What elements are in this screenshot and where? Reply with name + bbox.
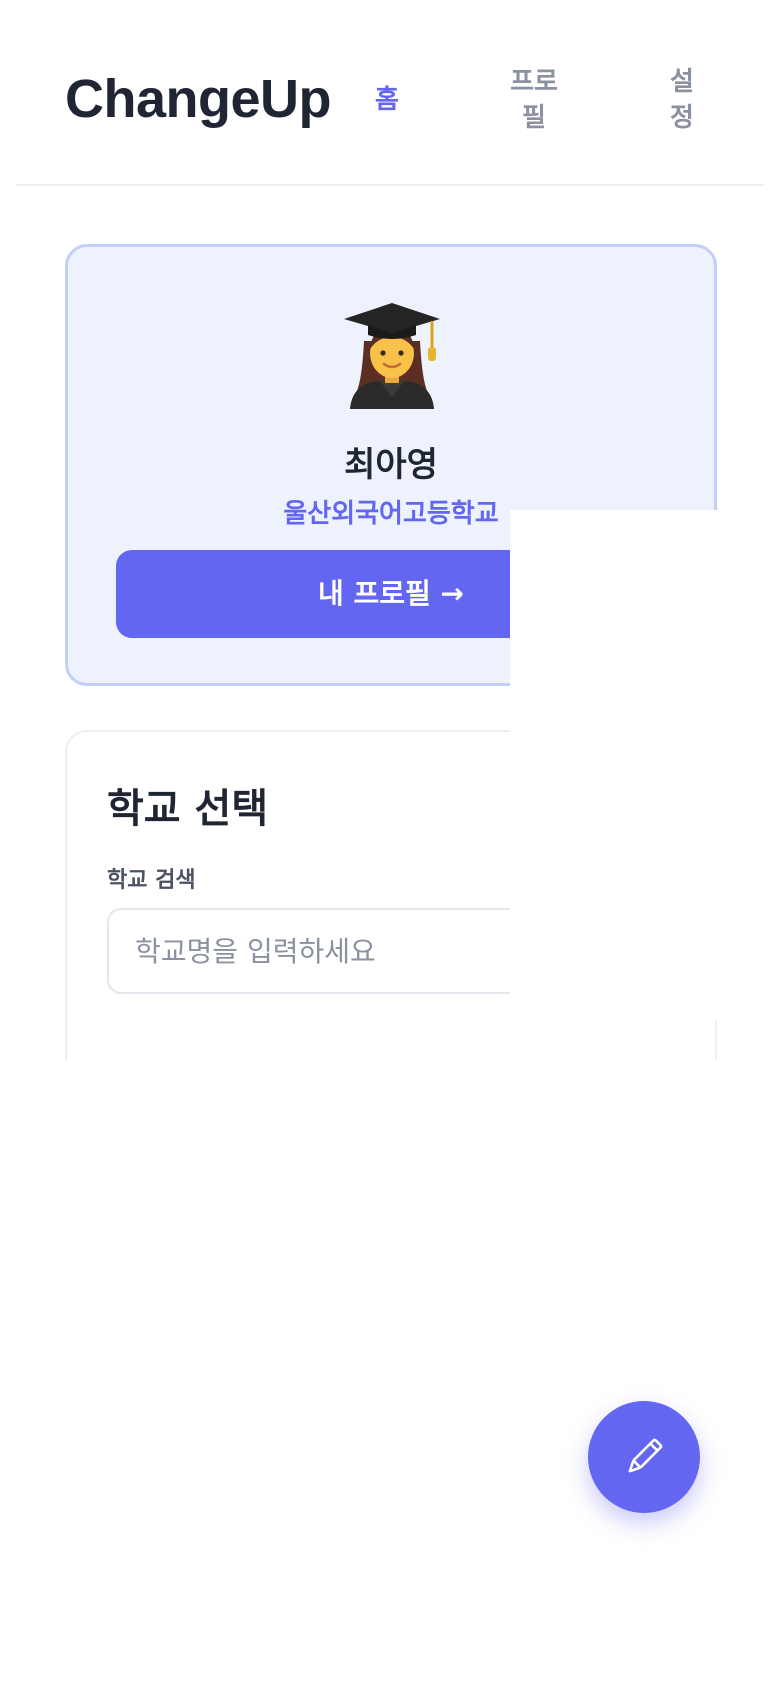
user-name: 최아영 <box>344 445 438 485</box>
nav-home[interactable]: 홈 <box>367 82 407 118</box>
nav-profile[interactable]: 프로필 <box>486 64 582 136</box>
write-fab-button[interactable] <box>588 1401 700 1513</box>
top-header: ChangeUp 홈 프로필 설정 <box>16 0 764 186</box>
school-select-title: 학교 선택 <box>107 786 269 832</box>
pencil-icon <box>628 1438 663 1473</box>
app-page: ChangeUp 홈 프로필 설정 최아영 울산외국어고등학교 내 프로필 → … <box>0 0 780 1688</box>
nav-settings[interactable]: 설정 <box>646 64 718 136</box>
brand-logo[interactable]: ChangeUp <box>65 68 332 130</box>
school-search-label: 학교 검색 <box>107 868 196 893</box>
overlay-panel <box>510 510 780 1020</box>
student-graduate-icon <box>336 297 448 409</box>
student-graduate-icon-svg <box>344 303 440 409</box>
